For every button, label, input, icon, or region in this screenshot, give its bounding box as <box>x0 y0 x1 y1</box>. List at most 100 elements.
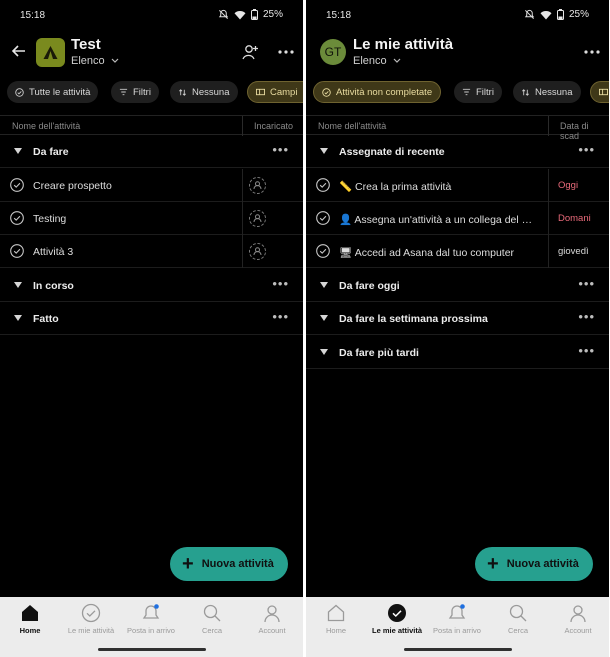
column-task-name[interactable]: Nome dell'attività <box>12 121 80 131</box>
section-more-icon[interactable]: ••• <box>272 309 289 324</box>
add-member-icon[interactable] <box>240 42 260 62</box>
ruler-icon: 📏 <box>339 181 353 193</box>
chip-fields[interactable] <box>590 81 609 103</box>
section-more-icon[interactable]: ••• <box>578 343 595 358</box>
chip-filters[interactable]: Filtri <box>454 81 502 103</box>
section-more-icon[interactable]: ••• <box>578 276 595 291</box>
complete-check-icon[interactable] <box>10 244 24 258</box>
collapse-triangle-icon[interactable] <box>320 282 328 288</box>
chip-fields[interactable]: Campi <box>247 81 303 103</box>
task-name[interactable]: Testing <box>33 213 66 225</box>
task-row[interactable]: 👤 Assegna un'attività a un collega del …… <box>306 202 609 235</box>
collapse-triangle-icon[interactable] <box>320 315 328 321</box>
section-more-icon[interactable]: ••• <box>272 276 289 291</box>
new-task-button[interactable]: + Nuova attività <box>170 547 288 581</box>
gesture-bar[interactable] <box>97 648 206 651</box>
filter-icon <box>462 88 471 96</box>
check-circle-icon <box>15 87 24 97</box>
section-to-do[interactable]: Da fare ••• <box>0 135 303 168</box>
column-header: Nome dell'attività Data di scad <box>306 115 609 141</box>
status-time: 15:18 <box>20 10 46 21</box>
chip-filters[interactable]: Filtri <box>111 81 159 103</box>
nav-home[interactable]: Home <box>306 603 366 635</box>
new-task-button[interactable]: + Nuova attività <box>475 547 593 581</box>
bell-icon <box>448 604 466 619</box>
chip-sort[interactable]: Nessuna <box>170 81 238 103</box>
chip-all-tasks[interactable]: Tutte le attività <box>7 81 99 103</box>
search-icon <box>203 604 221 622</box>
section-done[interactable]: Fatto ••• <box>0 302 303 335</box>
due-date[interactable]: Domani <box>558 213 591 224</box>
project-icon[interactable] <box>36 38 65 67</box>
chip-incomplete-tasks[interactable]: Attività non completate <box>313 81 442 103</box>
nav-home[interactable]: Home <box>0 603 60 635</box>
nav-account[interactable]: Account <box>242 603 302 635</box>
filter-icon <box>119 88 128 96</box>
task-name[interactable]: 🖥 Accedi ad Asana dal tuo computer <box>339 246 544 259</box>
task-row[interactable]: Creare prospetto <box>0 169 303 202</box>
task-name[interactable]: Creare prospetto <box>33 180 112 192</box>
unassigned-avatar-icon[interactable] <box>249 210 266 227</box>
section-later[interactable]: Da fare più tardi ••• <box>306 336 609 369</box>
due-date[interactable]: Oggi <box>558 180 578 191</box>
section-more-icon[interactable]: ••• <box>578 309 595 324</box>
project-title[interactable]: Test <box>71 36 101 53</box>
chip-sort[interactable]: Nessuna <box>513 81 581 103</box>
plus-icon: + <box>487 553 499 575</box>
my-tasks-header: GT Le mie attività Elenco <box>306 30 609 75</box>
view-label: Elenco <box>353 55 387 67</box>
plus-icon: + <box>182 553 194 575</box>
section-more-icon[interactable]: ••• <box>272 142 289 157</box>
filter-chips: Tutte le attività Filtri Nessuna Campi <box>0 81 303 103</box>
section-in-progress[interactable]: In corso ••• <box>0 269 303 302</box>
more-options-icon[interactable] <box>582 42 602 62</box>
battery-icon <box>250 9 258 20</box>
collapse-triangle-icon[interactable] <box>14 282 22 288</box>
task-name[interactable]: 📏 Crea la prima attività <box>339 180 539 193</box>
account-icon <box>570 605 586 623</box>
gesture-bar[interactable] <box>403 648 512 651</box>
task-row[interactable]: 🖥 Accedi ad Asana dal tuo computer giove… <box>306 235 609 268</box>
collapse-triangle-icon[interactable] <box>320 349 328 355</box>
view-selector[interactable]: Elenco <box>71 55 119 67</box>
column-assignee[interactable]: Incaricato <box>254 121 293 131</box>
complete-check-icon[interactable] <box>316 211 330 225</box>
nav-account[interactable]: Account <box>548 603 608 635</box>
task-name[interactable]: Attività 3 <box>33 246 73 258</box>
collapse-triangle-icon[interactable] <box>14 148 22 154</box>
nav-inbox[interactable]: Posta in arrivo <box>427 603 487 635</box>
section-today[interactable]: Da fare oggi ••• <box>306 269 609 302</box>
fields-icon <box>599 88 608 96</box>
unassigned-avatar-icon[interactable] <box>249 177 266 194</box>
user-avatar[interactable]: GT <box>320 39 346 65</box>
bottom-navigation: Home Le mie attività Posta in arrivo Cer… <box>306 597 609 657</box>
due-date[interactable]: giovedì <box>558 246 589 257</box>
complete-check-icon[interactable] <box>316 244 330 258</box>
unassigned-avatar-icon[interactable] <box>249 243 266 260</box>
collapse-triangle-icon[interactable] <box>14 315 22 321</box>
nav-my-tasks[interactable]: Le mie attività <box>367 603 427 635</box>
computer-icon: 🖥 <box>339 247 353 259</box>
collapse-triangle-icon[interactable] <box>320 148 328 154</box>
view-selector[interactable]: Elenco <box>353 55 401 67</box>
section-recently-assigned[interactable]: Assegnate di recente ••• <box>306 135 609 168</box>
nav-search[interactable]: Cerca <box>488 603 548 635</box>
more-options-icon[interactable] <box>276 42 296 62</box>
task-row[interactable]: Testing <box>0 202 303 235</box>
complete-check-icon[interactable] <box>10 211 24 225</box>
nav-search[interactable]: Cerca <box>182 603 242 635</box>
section-more-icon[interactable]: ••• <box>578 142 595 157</box>
wifi-icon <box>234 10 246 19</box>
nav-my-tasks[interactable]: Le mie attività <box>61 603 121 635</box>
back-arrow-icon[interactable] <box>10 42 28 60</box>
check-circle-icon <box>388 604 406 622</box>
task-name[interactable]: 👤 Assegna un'attività a un collega del … <box>339 213 544 226</box>
complete-check-icon[interactable] <box>10 178 24 192</box>
task-row[interactable]: 📏 Crea la prima attività Oggi <box>306 169 609 202</box>
column-task-name[interactable]: Nome dell'attività <box>318 121 386 131</box>
complete-check-icon[interactable] <box>316 178 330 192</box>
section-next-week[interactable]: Da fare la settimana prossima ••• <box>306 302 609 335</box>
task-row[interactable]: Attività 3 <box>0 235 303 268</box>
chevron-down-icon <box>111 58 119 63</box>
nav-inbox[interactable]: Posta in arrivo <box>121 603 181 635</box>
